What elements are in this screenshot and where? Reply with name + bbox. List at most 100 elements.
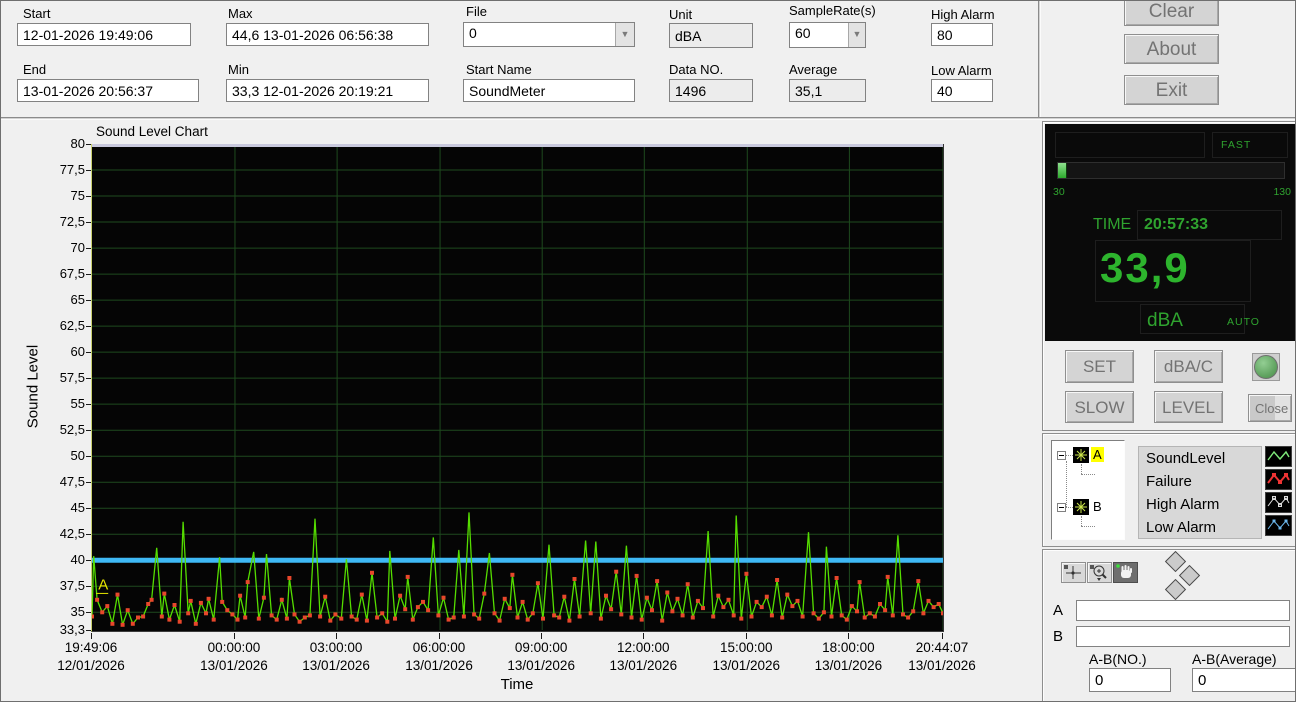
chart-panel: Sound Level Chart Sound Level A Time 80 7… bbox=[1, 120, 1039, 701]
ab-no-field[interactable] bbox=[1089, 668, 1171, 692]
tree-connector bbox=[1081, 516, 1082, 526]
max-field[interactable] bbox=[226, 23, 429, 46]
y-tick-label: 47,5 bbox=[59, 474, 85, 490]
low-alarm-field[interactable] bbox=[931, 79, 993, 102]
slow-button[interactable]: SLOW bbox=[1065, 391, 1134, 423]
nav-right-diamond[interactable] bbox=[1178, 564, 1201, 587]
level-button[interactable]: LEVEL bbox=[1154, 391, 1223, 423]
low-alarm-line-icon[interactable] bbox=[1265, 515, 1292, 536]
meter-unit: dBA bbox=[1147, 310, 1183, 331]
unit-field bbox=[669, 23, 753, 48]
cursor-b-field[interactable] bbox=[1076, 626, 1290, 647]
y-tick-label: 52,5 bbox=[59, 422, 85, 438]
y-tick-label: 37,5 bbox=[59, 578, 85, 594]
topbar: Start End Max Min File 0 ▼ Start Name Un… bbox=[1, 1, 1038, 117]
zoom-tool-button[interactable] bbox=[1087, 562, 1112, 583]
y-tick-label: 35 bbox=[70, 604, 85, 620]
nav-down-diamond[interactable] bbox=[1164, 578, 1187, 601]
y-tick-label: 67,5 bbox=[59, 266, 85, 282]
x-tick-mark bbox=[942, 633, 943, 639]
power-indicator-button[interactable] bbox=[1252, 353, 1280, 381]
meter-bar-fill bbox=[1058, 163, 1067, 178]
exit-button[interactable]: Exit bbox=[1124, 75, 1219, 105]
nav-up-diamond[interactable] bbox=[1164, 550, 1187, 573]
x-tick-date-label: 13/01/2026 bbox=[302, 658, 370, 673]
x-tick-date-label: 13/01/2026 bbox=[712, 658, 781, 673]
tree-node-b[interactable]: B bbox=[1091, 499, 1104, 514]
max-label: Max bbox=[228, 6, 253, 21]
meter-scale-max: 130 bbox=[1273, 186, 1291, 198]
data-no-label: Data NO. bbox=[669, 62, 724, 77]
legend-item-low-alarm[interactable]: Low Alarm bbox=[1146, 516, 1216, 539]
end-field[interactable] bbox=[17, 79, 199, 102]
average-label: Average bbox=[789, 62, 838, 77]
start-field[interactable] bbox=[17, 23, 191, 46]
collapse-icon[interactable] bbox=[1057, 451, 1066, 460]
x-tick-time-label: 00:00:00 bbox=[207, 640, 261, 655]
meter-bar-gauge bbox=[1057, 162, 1285, 179]
sample-rate-combobox[interactable]: 60 ▼ bbox=[789, 22, 866, 48]
plot-area[interactable]: A bbox=[90, 144, 945, 632]
dba-c-button[interactable]: dBA/C bbox=[1154, 350, 1223, 383]
file-combobox[interactable]: 0 ▼ bbox=[463, 22, 635, 47]
tree-connector bbox=[1066, 455, 1073, 456]
pan-tool-button[interactable] bbox=[1113, 562, 1138, 583]
x-tick-date-label: 13/01/2026 bbox=[814, 658, 883, 673]
ab-no-label: A-B(NO.) bbox=[1089, 651, 1147, 667]
data-no-field bbox=[669, 79, 753, 102]
legend-item-failure[interactable]: Failure bbox=[1146, 470, 1192, 493]
meter-time-value: 20:57:33 bbox=[1144, 216, 1209, 233]
x-tick-date-label: 13/01/2026 bbox=[405, 658, 473, 673]
y-tick-mark bbox=[86, 508, 91, 510]
close-button[interactable]: Close bbox=[1248, 394, 1292, 422]
meter-time-label: TIME bbox=[1093, 216, 1132, 233]
start-name-field[interactable] bbox=[463, 79, 635, 102]
soundlevel-line-icon[interactable] bbox=[1265, 446, 1292, 467]
x-tick-mark bbox=[233, 633, 235, 639]
unit-label: Unit bbox=[669, 7, 693, 22]
y-tick-label: 77,5 bbox=[59, 162, 85, 178]
diamond-pad-icon[interactable] bbox=[1151, 550, 1203, 601]
start-label: Start bbox=[23, 6, 51, 21]
legend-item-soundlevel[interactable]: SoundLevel bbox=[1146, 447, 1225, 470]
cursor-tree: A B bbox=[1051, 440, 1125, 540]
about-button[interactable]: About bbox=[1124, 34, 1219, 64]
file-label: File bbox=[466, 4, 487, 19]
collapse-icon[interactable] bbox=[1057, 503, 1066, 512]
y-tick-label: 42,5 bbox=[59, 526, 85, 542]
x-tick-time-label: 20:44:07 bbox=[915, 640, 969, 655]
clear-button[interactable]: Clear bbox=[1124, 1, 1219, 26]
high-alarm-field[interactable] bbox=[931, 23, 993, 46]
sample-rate-label: SampleRate(s) bbox=[789, 3, 876, 18]
failure-line-icon[interactable] bbox=[1265, 469, 1292, 490]
x-tick-time-label: 06:00:00 bbox=[412, 640, 466, 655]
y-tick-mark bbox=[86, 196, 91, 198]
high-alarm-label: High Alarm bbox=[931, 7, 995, 22]
x-tick-time-label: 19:49:06 bbox=[64, 640, 118, 655]
y-tick-mark bbox=[86, 586, 91, 588]
cursor-a-field[interactable] bbox=[1076, 600, 1290, 621]
readout-frame: A B A-B(NO.) A-B(Average) bbox=[1042, 549, 1295, 701]
y-tick-mark bbox=[86, 404, 91, 406]
meter-frame: FAST 30 130 TIME 20:57:33 33,9 dBA AUTO … bbox=[1042, 121, 1295, 431]
y-tick-label: 75 bbox=[70, 188, 85, 204]
x-axis-label: Time bbox=[500, 676, 534, 693]
high-alarm-line-icon[interactable] bbox=[1265, 492, 1292, 513]
chevron-down-icon[interactable]: ▼ bbox=[848, 23, 865, 47]
min-field[interactable] bbox=[226, 79, 429, 102]
ab-average-field[interactable] bbox=[1192, 668, 1295, 692]
legend-item-high-alarm[interactable]: High Alarm bbox=[1146, 493, 1219, 516]
x-tick-date-label: 13/01/2026 bbox=[908, 658, 976, 673]
x-tick-date-label: 13/01/2026 bbox=[200, 658, 268, 673]
green-light-icon bbox=[1254, 355, 1278, 379]
set-button[interactable]: SET bbox=[1065, 350, 1134, 383]
x-tick-date-label: 12/01/2026 bbox=[57, 658, 125, 673]
y-tick-mark bbox=[86, 612, 91, 614]
cursor-glyph-icon bbox=[1073, 447, 1089, 463]
chevron-down-icon[interactable]: ▼ bbox=[615, 23, 634, 46]
tree-connector bbox=[1066, 507, 1073, 508]
tree-node-a[interactable]: A bbox=[1091, 447, 1104, 462]
low-alarm-label: Low Alarm bbox=[931, 63, 992, 78]
crosshair-tool-button[interactable] bbox=[1061, 562, 1086, 583]
y-tick-label: 33,3 bbox=[59, 622, 85, 637]
